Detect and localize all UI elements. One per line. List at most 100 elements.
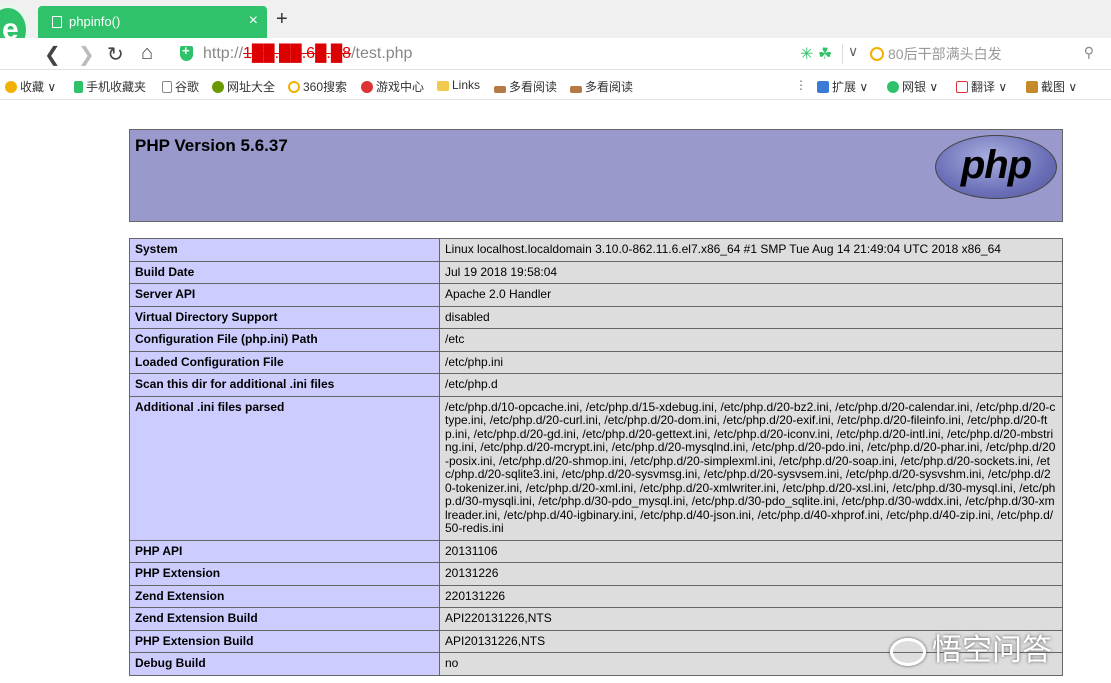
url-path: /test.php	[351, 45, 413, 62]
watermark: 悟空问答	[890, 625, 1052, 669]
table-row: Loaded Configuration File/etc/php.ini	[129, 350, 1063, 374]
row-key: Zend Extension Build	[129, 607, 440, 631]
page-icon	[52, 16, 62, 28]
search-icon[interactable]: ⚲	[1084, 44, 1094, 61]
phpinfo-page: PHP Version 5.6.37 php System Linux local…	[129, 129, 1063, 676]
speed-mode-icon[interactable]: ✳ ☘	[800, 44, 832, 64]
search-placeholder: 80后干部满头白发	[888, 46, 1002, 62]
bookmark-360-search[interactable]: 360搜索	[288, 78, 347, 95]
bookmark-duokan-2[interactable]: 多看阅读	[570, 78, 633, 95]
screenshot-icon	[1026, 81, 1038, 93]
row-value: 20131106	[439, 539, 1063, 563]
search-input[interactable]: 80后干部满头白发 ⚲	[870, 44, 1098, 66]
row-key: PHP API	[129, 539, 440, 563]
table-row: Virtual Directory Support disabled	[129, 305, 1063, 329]
forward-button[interactable]: ❯	[78, 42, 95, 67]
bookmark-label: 游戏中心	[376, 80, 425, 94]
address-bar-row: ❮ ❯ ↻ ⌂ http://1██.██.6█.█8/test.php ✳ ☘…	[0, 38, 1111, 70]
bookmark-screenshot[interactable]: 截图 ∨	[1026, 78, 1077, 95]
bookmark-label: 截图	[1041, 80, 1066, 94]
row-value: disabled	[439, 305, 1063, 329]
table-row: Build Date Jul 19 2018 19:58:04	[129, 260, 1063, 284]
table-row: Additional .ini files parsed/etc/php.d/1…	[129, 395, 1063, 541]
tab-bar: e phpinfo() × +	[0, 0, 1111, 56]
reload-icon[interactable]: ↻	[107, 42, 124, 67]
table-row: System Linux localhost.localdomain 3.10.0…	[129, 238, 1063, 262]
bookmark-label: 扩展	[832, 80, 857, 94]
row-key: Virtual Directory Support	[129, 305, 440, 329]
close-tab-icon[interactable]: ×	[249, 12, 258, 30]
bookmark-label: 多看阅读	[509, 80, 558, 94]
folder-icon	[437, 81, 449, 91]
bookmark-mobile[interactable]: 手机收藏夹	[74, 78, 146, 95]
page-icon	[162, 81, 172, 93]
new-tab-button[interactable]: +	[276, 8, 288, 31]
row-value: 220131226	[439, 584, 1063, 608]
url-input[interactable]: http://1██.██.6█.█8/test.php	[203, 45, 412, 63]
bookmark-bank[interactable]: 网银 ∨	[887, 78, 938, 95]
bank-icon	[887, 81, 899, 93]
page-title: PHP Version 5.6.37	[135, 136, 288, 155]
row-value: /etc/php.d/10-opcache.ini, /etc/php.d/15…	[439, 395, 1063, 541]
row-key: Build Date	[129, 260, 440, 284]
extension-icon	[817, 81, 829, 93]
bookmark-label: 收藏	[20, 80, 45, 94]
bookmark-favorites[interactable]: 收藏 ∨	[5, 78, 56, 95]
bookmark-web-directory[interactable]: 网址大全	[212, 78, 275, 95]
bookmark-duokan-1[interactable]: 多看阅读	[494, 78, 557, 95]
divider	[842, 44, 843, 64]
bookmark-label: 多看阅读	[585, 80, 634, 94]
tab-phpinfo[interactable]: phpinfo() ×	[38, 6, 267, 38]
row-key: PHP Extension Build	[129, 629, 440, 653]
more-menu-icon[interactable]: ⋮	[795, 78, 807, 92]
row-key: System	[129, 238, 440, 262]
globe-icon	[212, 81, 224, 93]
row-key: Loaded Configuration File	[129, 350, 440, 374]
row-key: Server API	[129, 283, 440, 307]
bookmark-translate[interactable]: 翻译 ∨	[956, 78, 1007, 95]
bookmark-label: 网银	[902, 80, 927, 94]
url-host: 1██.██.6█.█8	[243, 45, 352, 62]
bookmark-label: 翻译	[971, 80, 996, 94]
row-value: Apache 2.0 Handler	[439, 283, 1063, 307]
bookmark-extensions[interactable]: 扩展 ∨	[817, 78, 868, 95]
star-icon	[5, 81, 17, 93]
bookmark-label: 网址大全	[227, 80, 276, 94]
php-logo: php	[935, 135, 1057, 199]
row-key: PHP Extension	[129, 562, 440, 586]
row-value: 20131226	[439, 562, 1063, 586]
bookmark-links[interactable]: Links	[437, 78, 480, 92]
table-row: Configuration File (php.ini) Path/etc	[129, 328, 1063, 352]
table-row: Scan this dir for additional .ini files /…	[129, 373, 1063, 397]
bookmark-label: Links	[452, 78, 481, 92]
bookmark-label: 手机收藏夹	[86, 80, 147, 94]
table-row: Zend Extension 220131226	[129, 584, 1063, 608]
php-info-table: System Linux localhost.localdomain 3.10.0…	[129, 238, 1063, 676]
chevron-down-icon[interactable]: ∨	[848, 43, 858, 60]
url-scheme: http://	[203, 45, 244, 62]
row-key: Configuration File (php.ini) Path	[129, 328, 440, 352]
bookmark-game-center[interactable]: 游戏中心	[361, 78, 424, 95]
row-key: Scan this dir for additional .ini files	[129, 373, 440, 397]
bookmark-label: 360搜索	[303, 80, 348, 94]
bookmarks-bar: 收藏 ∨ 手机收藏夹 谷歌 网址大全 360搜索 游戏中心 Links 多看阅读…	[0, 70, 1111, 100]
row-value: Linux localhost.localdomain 3.10.0-862.1…	[439, 238, 1063, 262]
table-row: PHP Extension 20131226	[129, 562, 1063, 586]
table-row: Server API Apache 2.0 Handler	[129, 283, 1063, 307]
security-shield-icon[interactable]	[180, 43, 193, 61]
back-button[interactable]: ❮	[44, 42, 61, 67]
book-icon	[570, 86, 582, 93]
row-key: Zend Extension	[129, 584, 440, 608]
home-icon[interactable]: ⌂	[141, 42, 153, 65]
bookmark-google[interactable]: 谷歌	[162, 78, 199, 95]
search-engine-icon	[870, 47, 884, 61]
translate-icon	[956, 81, 968, 93]
row-value: /etc/php.d	[439, 373, 1063, 397]
phone-icon	[74, 81, 83, 93]
row-key: Additional .ini files parsed	[129, 395, 440, 541]
row-key: Debug Build	[129, 652, 440, 676]
watermark-text: 悟空问答	[932, 634, 1052, 667]
row-value: /etc	[439, 328, 1063, 352]
book-icon	[494, 86, 506, 93]
game-icon	[361, 81, 373, 93]
